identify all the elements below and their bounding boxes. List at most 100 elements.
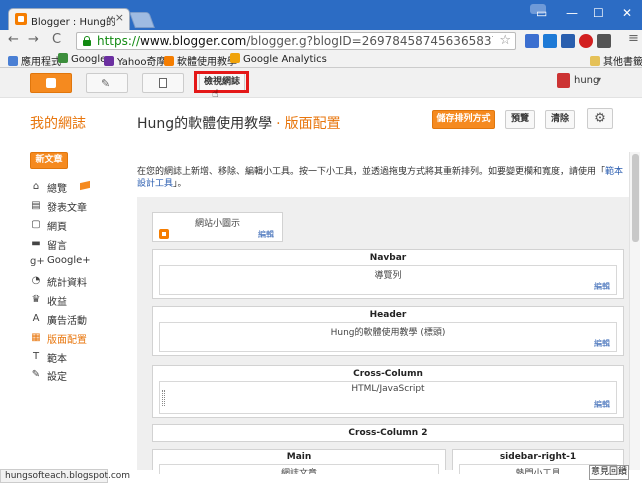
back-icon[interactable]: ← bbox=[8, 32, 19, 47]
analytics-icon bbox=[230, 53, 240, 63]
blogger-favicon-icon bbox=[15, 13, 27, 25]
bookmark-tutorial[interactable]: 軟體使用教學 bbox=[164, 53, 237, 68]
preview-button[interactable]: 預覽 bbox=[505, 110, 535, 129]
gadget-name: 網誌文章 bbox=[280, 469, 317, 474]
sidebar-item-pages[interactable]: ▢ 網頁 bbox=[30, 218, 130, 234]
gadget-name: HTML/JavaScript bbox=[351, 384, 425, 394]
lock-icon bbox=[83, 36, 91, 46]
section-cross-column-2: Cross-Column 2 bbox=[152, 424, 624, 442]
gadget-name: 網站小圖示 bbox=[194, 219, 240, 229]
sidebar-item-posts[interactable]: ▤ 發表文章 bbox=[30, 199, 130, 215]
blog-title[interactable]: 我的網誌 bbox=[30, 113, 86, 133]
trophy-icon: ♛ bbox=[31, 294, 41, 305]
tab-title: Blogger : Hung的軟體使 bbox=[31, 17, 115, 28]
sidebar-item-layout[interactable]: ▦ 版面配置 bbox=[30, 331, 130, 347]
gear-icon[interactable]: ⚙ bbox=[587, 108, 613, 129]
blogger-toolbar: ✎ 檢視網誌 bbox=[0, 68, 642, 98]
highlight-annotation bbox=[194, 71, 249, 93]
clear-button[interactable]: 清除 bbox=[545, 110, 575, 129]
pencil-icon: ✎ bbox=[101, 77, 111, 90]
gadget-html-javascript[interactable]: HTML/JavaScript 編輯 bbox=[159, 381, 617, 414]
extension-icon[interactable] bbox=[561, 34, 575, 48]
edit-link[interactable]: 編輯 bbox=[594, 281, 610, 292]
scrollbar-thumb[interactable] bbox=[632, 154, 639, 242]
new-post-button[interactable]: 新文章 bbox=[30, 152, 68, 169]
blogger-icon bbox=[46, 78, 56, 88]
sidebar-item-earnings[interactable]: ♛ 收益 bbox=[30, 293, 130, 309]
edit-link[interactable]: 編輯 bbox=[258, 229, 274, 240]
comment-icon: ▬ bbox=[31, 238, 41, 249]
folder-icon bbox=[590, 56, 600, 66]
chevron-down-icon[interactable]: ▾ bbox=[597, 75, 601, 84]
address-bar[interactable]: https://www.blogger.com/blogger.g?blogID… bbox=[76, 32, 516, 50]
section-title: sidebar-right-1 bbox=[499, 452, 577, 462]
blogger-home-button[interactable] bbox=[30, 73, 72, 93]
section-title: Cross-Column bbox=[353, 369, 423, 379]
tab-close-icon[interactable]: × bbox=[115, 11, 124, 24]
posts-list-button[interactable] bbox=[142, 73, 184, 93]
section-title: Navbar bbox=[369, 253, 407, 263]
url-text: https://www.blogger.com/blogger.g?blogID… bbox=[97, 34, 493, 48]
blogger-icon bbox=[164, 56, 174, 66]
google-icon bbox=[58, 53, 68, 63]
layout-icon: ▦ bbox=[31, 332, 41, 343]
window-restore-icon[interactable]: ▭ bbox=[536, 6, 547, 20]
section-header: Header Hung的軟體使用教學 (標頭) 編輯 bbox=[152, 306, 624, 356]
record-extension-icon[interactable] bbox=[579, 34, 593, 48]
adwords-icon: A bbox=[32, 313, 40, 324]
sidebar-item-google-plus[interactable]: g+ Google+ bbox=[30, 255, 130, 271]
wrench-icon: ✎ bbox=[31, 369, 41, 380]
new-tab-button[interactable] bbox=[129, 12, 155, 28]
gadget-header[interactable]: Hung的軟體使用教學 (標頭) 編輯 bbox=[159, 322, 617, 352]
edit-link[interactable]: 編輯 bbox=[594, 399, 610, 410]
pie-chart-icon: ◔ bbox=[31, 275, 41, 286]
blogger-favicon-icon bbox=[159, 229, 169, 239]
status-bar-url: hungsofteach.blogspot.com bbox=[0, 469, 130, 483]
page-scrollbar[interactable] bbox=[629, 152, 640, 470]
bookmark-other[interactable]: 其他書籤 bbox=[590, 53, 642, 68]
bookmark-star-icon[interactable]: ☆ bbox=[499, 33, 511, 48]
edit-link[interactable]: 編輯 bbox=[594, 338, 610, 349]
home-icon: ⌂ bbox=[32, 181, 40, 192]
translate-extension-icon[interactable] bbox=[525, 34, 539, 48]
favicon-gadget[interactable]: 網站小圖示 編輯 bbox=[152, 212, 283, 242]
gadget-blog-posts[interactable]: 網誌文章 bbox=[159, 464, 439, 474]
layout-instructions: 在您的網誌上新增、移除、編輯小工具。按一下小工具，並透過拖曳方式將其重新排列。如… bbox=[137, 167, 624, 189]
section-title: Main bbox=[286, 452, 312, 462]
sidebar-item-overview[interactable]: ⌂ 總覽 bbox=[30, 180, 130, 196]
extension-icon[interactable] bbox=[543, 34, 557, 48]
user-name[interactable]: hung bbox=[574, 75, 599, 86]
sidebar-item-template[interactable]: T 範本 bbox=[30, 350, 130, 366]
new-post-tool-button[interactable]: ✎ bbox=[86, 73, 128, 93]
bookmark-yahoo[interactable]: Yahoo奇摩 bbox=[104, 53, 166, 68]
window-close-icon[interactable]: ✕ bbox=[622, 6, 632, 20]
maximize-icon[interactable]: ☐ bbox=[593, 6, 604, 20]
section-main: Main 網誌文章 bbox=[152, 449, 446, 474]
gadget-name: Hung的軟體使用教學 (標頭) bbox=[330, 328, 446, 338]
extension-icon[interactable] bbox=[597, 34, 611, 48]
minimize-icon[interactable]: — bbox=[566, 6, 578, 20]
apps-grid-icon bbox=[8, 56, 18, 66]
gadget-navbar[interactable]: 導覽列 編輯 bbox=[159, 265, 617, 295]
bookmark-analytics[interactable]: Google Analytics bbox=[230, 53, 327, 65]
posts-icon: ▤ bbox=[31, 200, 41, 211]
gadget-name: 導覽列 bbox=[374, 271, 402, 281]
sidebar-item-settings[interactable]: ✎ 設定 bbox=[30, 368, 130, 384]
section-cross-column: Cross-Column HTML/JavaScript 編輯 bbox=[152, 365, 624, 418]
feedback-button[interactable]: 意見回饋 bbox=[589, 465, 629, 480]
avatar[interactable] bbox=[557, 73, 570, 88]
sidebar-item-comments[interactable]: ▬ 留言 bbox=[30, 237, 130, 253]
sidebar-item-stats[interactable]: ◔ 統計資料 bbox=[30, 274, 130, 290]
page-icon: ▢ bbox=[31, 219, 41, 230]
pages-icon bbox=[159, 78, 167, 88]
bookmark-google[interactable]: Google bbox=[58, 53, 106, 65]
browser-tab[interactable]: Blogger : Hung的軟體使 × bbox=[8, 8, 130, 30]
bookmark-apps[interactable]: 應用程式 bbox=[8, 53, 61, 68]
reload-icon[interactable]: C bbox=[52, 32, 61, 47]
chrome-menu-icon[interactable]: ≡ bbox=[628, 31, 639, 46]
forward-icon[interactable]: → bbox=[28, 32, 39, 47]
yahoo-icon bbox=[104, 56, 114, 66]
sidebar-item-campaigns[interactable]: A 廣告活動 bbox=[30, 312, 130, 328]
save-arrangement-button[interactable]: 儲存排列方式 bbox=[432, 110, 495, 129]
section-title: Header bbox=[369, 310, 407, 320]
